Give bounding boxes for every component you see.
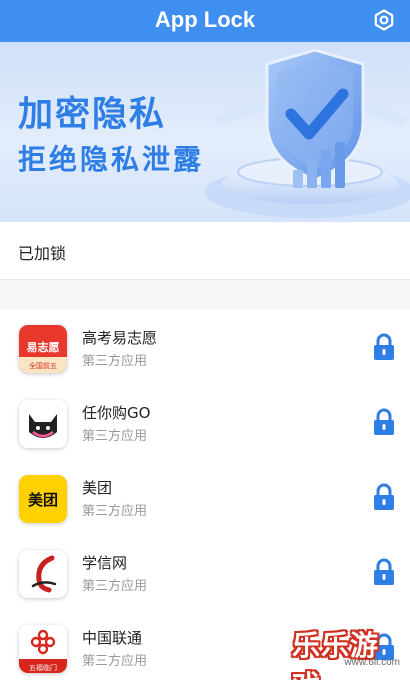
lock-icon	[374, 408, 394, 435]
app-subtitle: 第三方应用	[82, 354, 148, 369]
settings-button[interactable]	[370, 6, 398, 34]
app-bar: App Lock	[0, 0, 410, 42]
section-title: 已加锁	[18, 244, 67, 263]
gaokao-app-icon: 易志愿 全国前五	[19, 325, 67, 373]
app-title: App Lock	[154, 7, 256, 32]
app-row-renni[interactable]: 任你购GO 第三方应用	[0, 400, 410, 475]
app-subtitle: 第三方应用	[82, 429, 148, 444]
app-name: 中国联通	[82, 629, 143, 647]
meituan-app-icon: 美团	[19, 475, 67, 523]
app-row-gaokao[interactable]: 易志愿 全国前五 高考易志愿 第三方应用	[0, 325, 410, 400]
gaokao-icon-caption: 全国前五	[29, 361, 57, 370]
lock-icon	[374, 558, 394, 585]
lock-icon	[374, 483, 394, 510]
watermark-url: www.6ll.com	[344, 657, 400, 668]
gaokao-icon-text: 易志愿	[27, 340, 60, 354]
lock-toggle[interactable]	[372, 333, 396, 361]
app-subtitle: 第三方应用	[82, 654, 148, 669]
app-name: 学信网	[82, 554, 128, 572]
app-row-xuexin[interactable]: 学信网 第三方应用	[0, 550, 410, 625]
lock-toggle[interactable]	[372, 558, 396, 586]
lock-icon	[374, 333, 394, 360]
settings-gear-icon	[374, 9, 394, 31]
section-divider	[0, 280, 410, 310]
shield-illustration	[205, 48, 410, 218]
xuexin-app-icon	[19, 550, 67, 598]
banner-subtitle: 拒绝隐私泄露	[18, 143, 205, 176]
app-subtitle: 第三方应用	[82, 579, 148, 594]
unicom-icon-caption: 五福临门	[29, 663, 57, 672]
renni-app-icon	[19, 400, 67, 448]
site-watermark: 乐乐游戏 www.6ll.com	[292, 624, 404, 680]
app-row-meituan[interactable]: 美团 美团 第三方应用	[0, 475, 410, 550]
lock-toggle[interactable]	[372, 408, 396, 436]
app-name: 高考易志愿	[82, 329, 158, 347]
lock-toggle[interactable]	[372, 483, 396, 511]
app-subtitle: 第三方应用	[82, 504, 148, 519]
unicom-app-icon: 五福临门	[19, 625, 67, 673]
watermark-text: 乐乐游戏	[292, 629, 380, 680]
locked-section-header: 已加锁	[0, 222, 410, 280]
privacy-banner: 加密隐私 拒绝隐私泄露	[0, 42, 410, 222]
meituan-icon-text: 美团	[28, 491, 58, 509]
app-name: 美团	[82, 479, 113, 497]
app-name: 任你购GO	[82, 404, 151, 422]
banner-title: 加密隐私	[18, 95, 167, 135]
